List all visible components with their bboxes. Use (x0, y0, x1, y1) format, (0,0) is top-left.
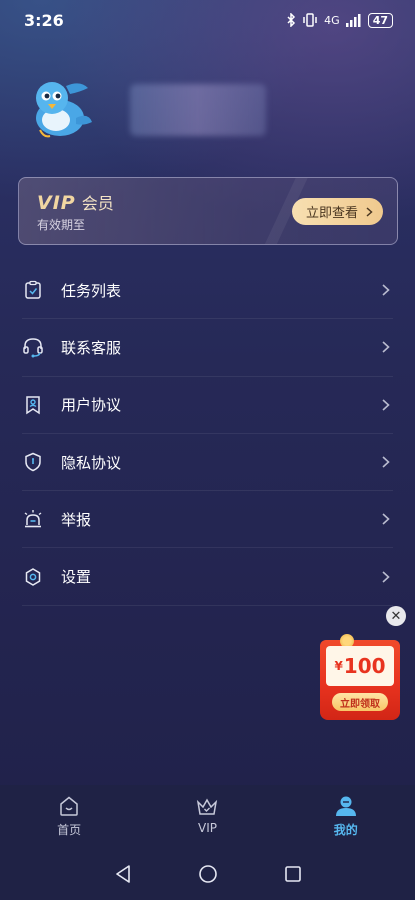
vip-label: 会员 (81, 194, 114, 213)
chevron-right-icon (382, 284, 390, 296)
menu-label: 隐私协议 (61, 453, 122, 472)
coupon-amount: ¥ 100 (326, 646, 394, 686)
bookmark-user-icon (22, 394, 44, 416)
menu-label: 设置 (61, 568, 92, 587)
menu-label: 用户协议 (61, 396, 122, 415)
chevron-right-icon (382, 571, 390, 583)
menu-item-user-agreement[interactable]: 用户协议 (22, 377, 393, 434)
settings-menu: 任务列表 联系客服 用户协议 隐私协议 举报 设置 (22, 262, 393, 606)
tab-mine[interactable]: 我的 (296, 795, 396, 838)
tab-label: 首页 (57, 822, 82, 837)
profile-header (26, 78, 266, 142)
task-clipboard-icon (22, 279, 44, 301)
bluetooth-icon (287, 13, 296, 27)
shield-icon (22, 451, 44, 473)
vip-membership-card[interactable]: VIP 会员 有效期至 立即查看 (18, 177, 398, 245)
chevron-right-icon (382, 456, 390, 468)
alarm-light-icon (22, 508, 44, 530)
view-vip-button[interactable]: 立即查看 (291, 198, 383, 225)
vip-title: VIP 会员 (37, 190, 114, 214)
menu-label: 任务列表 (61, 281, 122, 300)
menu-item-privacy-agreement[interactable]: 隐私协议 (22, 434, 393, 492)
headset-icon (22, 336, 44, 358)
home-icon (60, 796, 78, 816)
menu-item-task-list[interactable]: 任务列表 (22, 262, 393, 320)
coupon-floating-ad[interactable]: ✕ ¥ 100 立即领取 (316, 606, 408, 722)
tab-label: 我的 (333, 822, 358, 837)
coupon-currency: ¥ (334, 659, 343, 673)
battery-icon: 47 (367, 12, 393, 28)
chevron-right-icon (382, 399, 390, 411)
vip-logo: VIP (37, 192, 76, 214)
vibrate-icon (303, 13, 317, 27)
claim-coupon-button[interactable]: 立即领取 (332, 693, 388, 711)
status-icons: 4G 47 (286, 12, 393, 28)
menu-item-settings[interactable]: 设置 (22, 548, 393, 606)
coupon-amount-value: 100 (343, 654, 386, 678)
network-type: 4G (324, 13, 340, 27)
menu-item-report[interactable]: 举报 (22, 491, 393, 549)
chevron-right-icon (382, 513, 390, 525)
recents-square-icon[interactable] (284, 865, 302, 883)
status-time: 3:26 (24, 10, 64, 30)
system-navigation-bar (0, 847, 415, 900)
menu-label: 联系客服 (61, 338, 122, 357)
tab-label: VIP (197, 821, 217, 835)
username-blurred (130, 84, 266, 136)
back-triangle-icon[interactable] (114, 864, 132, 884)
close-icon[interactable]: ✕ (386, 606, 406, 626)
vip-expire-label: 有效期至 (37, 218, 86, 232)
signal-icon (345, 13, 361, 27)
view-vip-button-label: 立即查看 (305, 205, 358, 220)
tab-home[interactable]: 首页 (19, 795, 119, 838)
tab-vip[interactable]: VIP (157, 797, 257, 835)
home-circle-icon[interactable] (198, 864, 218, 884)
chevron-right-icon (366, 206, 373, 217)
bird-mascot-icon[interactable] (26, 78, 94, 142)
menu-label: 举报 (61, 510, 92, 529)
crown-icon (197, 798, 218, 815)
gear-icon (22, 566, 44, 588)
status-bar: 3:26 4G 47 (0, 0, 415, 40)
chevron-right-icon (382, 341, 390, 354)
user-icon (335, 796, 356, 816)
bottom-tab-bar: 首页 VIP 我的 (0, 785, 415, 847)
menu-item-customer-service[interactable]: 联系客服 (22, 319, 393, 377)
